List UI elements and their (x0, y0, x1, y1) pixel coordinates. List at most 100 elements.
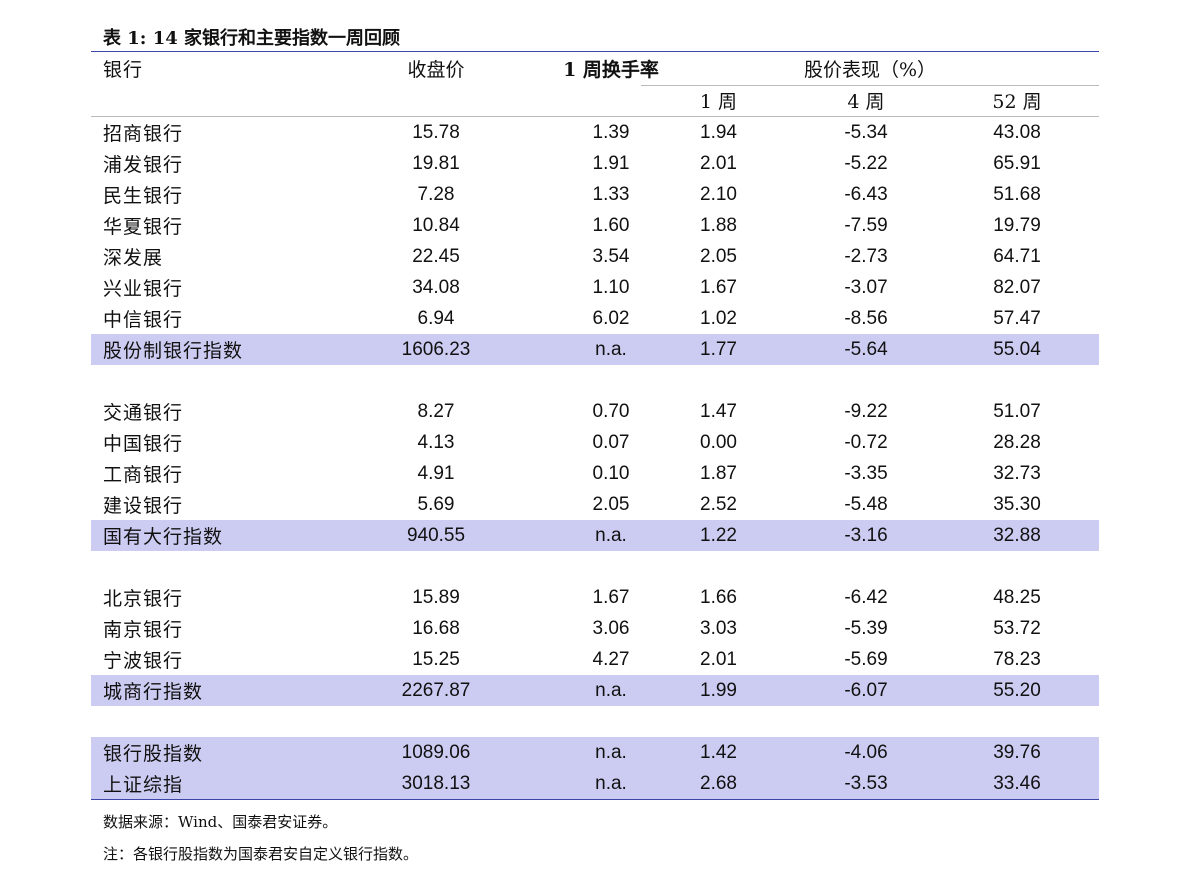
perf-1w-cell: 1.88 (700, 214, 737, 236)
perf-4w-cell: -6.07 (844, 679, 888, 701)
close-cell: 15.78 (412, 121, 460, 143)
perf-1w-cell: 1.42 (700, 741, 737, 763)
perf-52w-cell: 65.91 (993, 152, 1041, 174)
header-row: 银行 收盘价 1 周换手率 股价表现（%） (91, 52, 1099, 86)
close-cell: 1089.06 (401, 741, 471, 763)
perf-4w-cell: -4.06 (844, 741, 888, 763)
table-row: 中信银行 6.94 6.02 1.02 -8.56 57.47 (91, 303, 1099, 334)
perf-52w-cell: 51.07 (993, 400, 1041, 422)
perf-4w-cell: -3.35 (844, 462, 888, 484)
index-row: 城商行指数 2267.87 n.a. 1.99 -6.07 55.20 (91, 675, 1099, 706)
perf-4w-cell: -5.48 (844, 493, 888, 515)
perf-4w-cell: -0.72 (844, 431, 888, 453)
table-row: 浦发银行 19.81 1.91 2.01 -5.22 65.91 (91, 148, 1099, 179)
perf-1w-cell: 2.52 (700, 493, 737, 515)
table-row: 中国银行 4.13 0.07 0.00 -0.72 28.28 (91, 427, 1099, 458)
table-row: 民生银行 7.28 1.33 2.10 -6.43 51.68 (91, 179, 1099, 210)
perf-1w-cell: 1.47 (700, 400, 737, 422)
bank-name-cell: 股份制银行指数 (103, 340, 244, 362)
table-row: 兴业银行 34.08 1.10 1.67 -3.07 82.07 (91, 272, 1099, 303)
header-performance: 股价表现（%） (803, 59, 937, 81)
bank-review-table: 银行 收盘价 1 周换手率 股价表现（%） 1 周 4 周 52 周 招商银行 1… (91, 51, 1099, 800)
bank-name-cell: 建设银行 (103, 495, 184, 517)
bank-name-cell: 国有大行指数 (103, 526, 224, 548)
table-row: 华夏银行 10.84 1.60 1.88 -7.59 19.79 (91, 210, 1099, 241)
perf-52w-cell: 53.72 (993, 617, 1041, 639)
perf-52w-cell: 64.71 (993, 245, 1041, 267)
bottom-rule (91, 799, 1099, 800)
bank-name-cell: 上证综指 (103, 774, 184, 796)
table-title: 表 1: 14 家银行和主要指数一周回顾 (103, 28, 401, 49)
perf-52w-cell: 39.76 (993, 741, 1041, 763)
close-cell: 5.69 (417, 493, 455, 515)
perf-4w-cell: -2.73 (844, 245, 888, 267)
perf-4w-cell: -5.22 (844, 152, 888, 174)
close-cell: 19.81 (412, 152, 460, 174)
bank-name-cell: 北京银行 (103, 588, 184, 610)
close-cell: 2267.87 (401, 679, 471, 701)
summary-row: 上证综指 3018.13 n.a. 2.68 -3.53 33.46 (91, 768, 1099, 799)
close-cell: 10.84 (412, 214, 460, 236)
perf-4w-cell: -6.42 (844, 586, 888, 608)
table-body: 招商银行 15.78 1.39 1.94 -5.34 43.08 浦发银行 19.81 1.91… (91, 117, 1099, 799)
perf-1w-cell: 2.01 (700, 152, 737, 174)
close-cell: 3018.13 (401, 772, 471, 794)
perf-52w-cell: 43.08 (993, 121, 1041, 143)
perf-1w-cell: 1.94 (700, 121, 737, 143)
index-row: 国有大行指数 940.55 n.a. 1.22 -3.16 32.88 (91, 520, 1099, 551)
close-cell: 940.55 (406, 524, 466, 546)
perf-4w-cell: -5.34 (844, 121, 888, 143)
header-close: 收盘价 (407, 59, 465, 81)
perf-52w-cell: 33.46 (993, 772, 1041, 794)
close-cell: 16.68 (412, 617, 460, 639)
header-52w: 52 周 (992, 91, 1042, 113)
close-cell: 4.91 (417, 462, 455, 484)
perf-1w-cell: 2.05 (700, 245, 737, 267)
perf-1w-cell: 2.01 (700, 648, 737, 670)
table-row: 北京银行 15.89 1.67 1.66 -6.42 48.25 (91, 582, 1099, 613)
perf-4w-cell: -5.39 (844, 617, 888, 639)
table-row: 工商银行 4.91 0.10 1.87 -3.35 32.73 (91, 458, 1099, 489)
close-cell: 34.08 (412, 276, 460, 298)
perf-52w-cell: 32.73 (993, 462, 1041, 484)
close-cell: 8.27 (417, 400, 455, 422)
perf-1w-cell: 2.10 (700, 183, 737, 205)
perf-52w-cell: 32.88 (993, 524, 1041, 546)
perf-52w-cell: 48.25 (993, 586, 1041, 608)
perf-1w-cell: 1.67 (700, 276, 737, 298)
perf-4w-cell: -8.56 (844, 307, 888, 329)
perf-52w-cell: 35.30 (993, 493, 1041, 515)
perf-4w-cell: -7.59 (844, 214, 888, 236)
bank-name-cell: 银行股指数 (103, 743, 204, 765)
perf-1w-cell: 0.00 (700, 431, 737, 453)
perf-52w-cell: 55.04 (993, 338, 1041, 360)
perf-1w-cell: 1.77 (700, 338, 737, 360)
subheader-row: 1 周 4 周 52 周 (91, 85, 1099, 116)
perf-52w-cell: 19.79 (993, 214, 1041, 236)
bank-name-cell: 中国银行 (103, 433, 184, 455)
perf-1w-cell: 1.02 (700, 307, 737, 329)
bank-name-cell: 民生银行 (103, 185, 184, 207)
perf-1w-cell: 2.68 (700, 772, 737, 794)
index-row: 股份制银行指数 1606.23 n.a. 1.77 -5.64 55.04 (91, 334, 1099, 365)
bank-name-cell: 工商银行 (103, 464, 184, 486)
bank-name-cell: 浦发银行 (103, 154, 184, 176)
perf-1w-cell: 1.87 (700, 462, 737, 484)
perf-4w-cell: -5.64 (844, 338, 888, 360)
table-row: 建设银行 5.69 2.05 2.52 -5.48 35.30 (91, 489, 1099, 520)
table-row: 南京银行 16.68 3.06 3.03 -5.39 53.72 (91, 613, 1099, 644)
perf-4w-cell: -9.22 (844, 400, 888, 422)
perf-52w-cell: 78.23 (993, 648, 1041, 670)
table-row: 宁波银行 15.25 4.27 2.01 -5.69 78.23 (91, 644, 1099, 675)
bank-name-cell: 兴业银行 (103, 278, 184, 300)
summary-row: 银行股指数 1089.06 n.a. 1.42 -4.06 39.76 (91, 737, 1099, 768)
perf-4w-cell: -5.69 (844, 648, 888, 670)
perf-1w-cell: 1.66 (700, 586, 737, 608)
table-row: 交通银行 8.27 0.70 1.47 -9.22 51.07 (91, 396, 1099, 427)
perf-52w-cell: 55.20 (993, 679, 1041, 701)
header-1w: 1 周 (699, 91, 738, 113)
perf-52w-cell: 82.07 (993, 276, 1041, 298)
perf-52w-cell: 57.47 (993, 307, 1041, 329)
perf-52w-cell: 51.68 (993, 183, 1041, 205)
